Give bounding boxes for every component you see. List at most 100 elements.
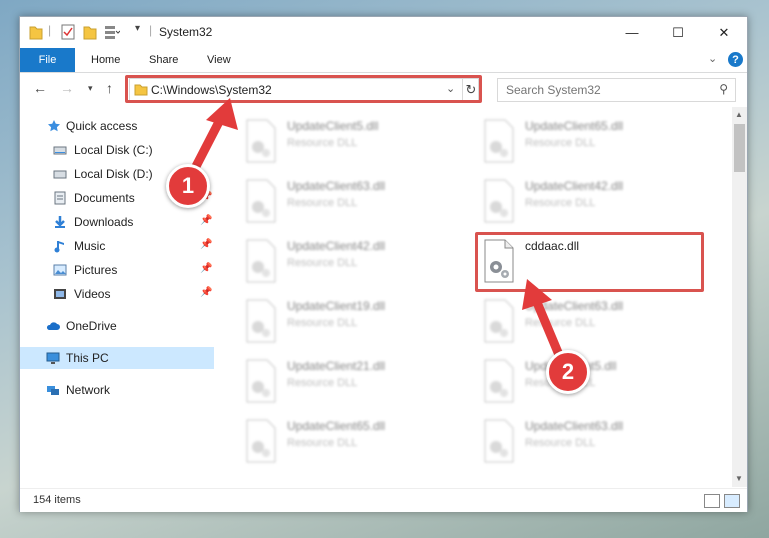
sidebar-item-onedrive[interactable]: OneDrive: [20, 315, 214, 337]
dll-file-icon: [246, 419, 276, 463]
tab-share[interactable]: Share: [149, 48, 178, 72]
file-name: UpdateClient63.dll: [525, 419, 624, 433]
sidebar-item-pictures[interactable]: Pictures 📌: [20, 259, 214, 281]
file-name: UpdateClient19.dll: [287, 299, 386, 313]
sidebar-item-music[interactable]: Music 📌: [20, 235, 214, 257]
chevron-down-icon[interactable]: ▾: [135, 23, 140, 39]
search-input[interactable]: [504, 82, 708, 98]
sidebar-item-quick-access[interactable]: Quick access: [20, 115, 214, 137]
tab-home[interactable]: Home: [91, 48, 120, 72]
details-view-icon[interactable]: [704, 494, 720, 508]
scroll-up-icon[interactable]: ▲: [735, 110, 743, 119]
pin-icon[interactable]: 📌: [200, 263, 212, 274]
back-arrow-icon[interactable]: ←: [33, 80, 47, 96]
sidebar-item-label: Local Disk (D:): [74, 167, 153, 181]
sidebar-item-label: Quick access: [66, 119, 138, 133]
list-item[interactable]: UpdateClient63.dll Resource DLL: [236, 175, 466, 231]
close-button[interactable]: ✕: [701, 17, 747, 48]
scroll-down-icon[interactable]: ▼: [735, 474, 743, 483]
dll-file-icon: [246, 119, 276, 163]
window-title: System32: [159, 25, 213, 39]
pin-icon[interactable]: 📌: [200, 287, 212, 298]
drive-icon: [53, 146, 67, 155]
drive-icon: [53, 170, 67, 179]
file-type: Resource DLL: [525, 197, 596, 209]
list-item[interactable]: UpdateClient19.dll Resource DLL: [236, 295, 466, 351]
file-type: Resource DLL: [525, 137, 596, 149]
new-folder-icon[interactable]: [83, 24, 97, 40]
dll-file-icon: [246, 239, 276, 283]
title-bar: | ▾ | System32 — ☐ ✕: [20, 17, 747, 48]
file-name: UpdateClient42.dll: [287, 239, 386, 253]
list-item[interactable]: UpdateClient42.dll Resource DLL: [236, 235, 466, 291]
pin-icon[interactable]: 📌: [200, 215, 212, 226]
step-badge-2: 2: [546, 350, 590, 394]
file-type: Resource DLL: [287, 257, 358, 269]
list-item[interactable]: UpdateClient42.dll Resource DLL: [474, 175, 704, 231]
status-bar: 154 items: [20, 488, 747, 512]
file-type: Resource DLL: [287, 437, 358, 449]
sidebar-item-label: Documents: [74, 191, 135, 205]
music-icon: [54, 241, 64, 253]
address-highlight-box: [125, 75, 482, 103]
sidebar-item-label: Pictures: [74, 263, 118, 277]
large-icons-view-icon[interactable]: [724, 494, 740, 508]
sidebar-item-label: Network: [66, 383, 111, 397]
sidebar-item-label: OneDrive: [66, 319, 117, 333]
step-badge-1: 1: [166, 164, 210, 208]
file-name: UpdateClient63.dll: [525, 299, 624, 313]
sidebar-item-local-disk-c[interactable]: Local Disk (C:): [20, 139, 214, 161]
search-box[interactable]: ⚲: [497, 78, 736, 102]
sidebar-item-videos[interactable]: Videos 📌: [20, 283, 214, 305]
file-type: Resource DLL: [287, 137, 358, 149]
list-item[interactable]: UpdateClient5.dll Resource DLL: [236, 115, 466, 171]
list-item[interactable]: UpdateClient65.dll Resource DLL: [236, 415, 466, 471]
dll-file-icon: [484, 299, 514, 343]
sidebar-item-this-pc[interactable]: This PC: [20, 347, 214, 369]
list-item-cddaac-dll[interactable]: cddaac.dll: [474, 235, 704, 291]
file-explorer-window: | ▾ | System32 — ☐ ✕ File Home Share Vie…: [19, 16, 748, 512]
list-item[interactable]: UpdateClient63.dll Resource DLL: [474, 295, 704, 351]
help-icon[interactable]: ?: [728, 52, 743, 67]
properties-icon[interactable]: [61, 24, 75, 40]
maximize-button[interactable]: ☐: [655, 17, 701, 48]
dll-file-icon: [246, 179, 276, 223]
dll-file-icon: [246, 359, 276, 403]
folder-icon[interactable]: [29, 24, 43, 40]
tab-file[interactable]: File: [20, 48, 75, 72]
sidebar-item-label: This PC: [66, 351, 109, 365]
search-icon[interactable]: ⚲: [719, 82, 728, 96]
scrollbar-thumb[interactable]: [734, 124, 745, 172]
minimize-button[interactable]: —: [609, 17, 655, 48]
file-type: Resource DLL: [287, 377, 358, 389]
list-item[interactable]: UpdateClient65.dll Resource DLL: [474, 115, 704, 171]
sidebar-item-network[interactable]: Network: [20, 379, 214, 401]
file-type: Resource DLL: [525, 317, 596, 329]
up-arrow-icon[interactable]: ↑: [106, 80, 113, 96]
vertical-scrollbar[interactable]: ▲ ▼: [732, 107, 747, 487]
recent-locations-icon[interactable]: ▾: [88, 83, 93, 94]
pin-icon[interactable]: 📌: [200, 239, 212, 250]
dll-file-icon: [484, 239, 514, 283]
item-count: 154 items: [33, 494, 81, 506]
download-icon: [55, 216, 65, 228]
sidebar-item-downloads[interactable]: Downloads 📌: [20, 211, 214, 233]
dll-file-icon: [484, 119, 514, 163]
file-name: cddaac.dll: [525, 239, 580, 253]
file-type: Resource DLL: [287, 197, 358, 209]
file-name: UpdateClient63.dll: [287, 179, 386, 193]
file-type: Resource DLL: [287, 317, 358, 329]
tab-view[interactable]: View: [207, 48, 231, 72]
file-type: Resource DLL: [525, 437, 596, 449]
sidebar-item-label: Videos: [74, 287, 111, 301]
expand-ribbon-icon[interactable]: ⌄: [708, 52, 717, 65]
list-item[interactable]: UpdateClient21.dll Resource DLL: [236, 355, 466, 411]
customize-toolbar-icon[interactable]: [104, 24, 120, 40]
ribbon-tabs: File Home Share View ⌄ ?: [20, 48, 747, 73]
forward-arrow-icon[interactable]: →: [60, 80, 74, 96]
separator: |: [48, 23, 52, 37]
list-item[interactable]: UpdateClient63.dll Resource DLL: [474, 415, 704, 471]
list-item[interactable]: UpdateClient5.dll Resource DLL: [474, 355, 704, 411]
dll-file-icon: [484, 179, 514, 223]
file-list: UpdateClient5.dll Resource DLL UpdateCli…: [216, 107, 731, 487]
